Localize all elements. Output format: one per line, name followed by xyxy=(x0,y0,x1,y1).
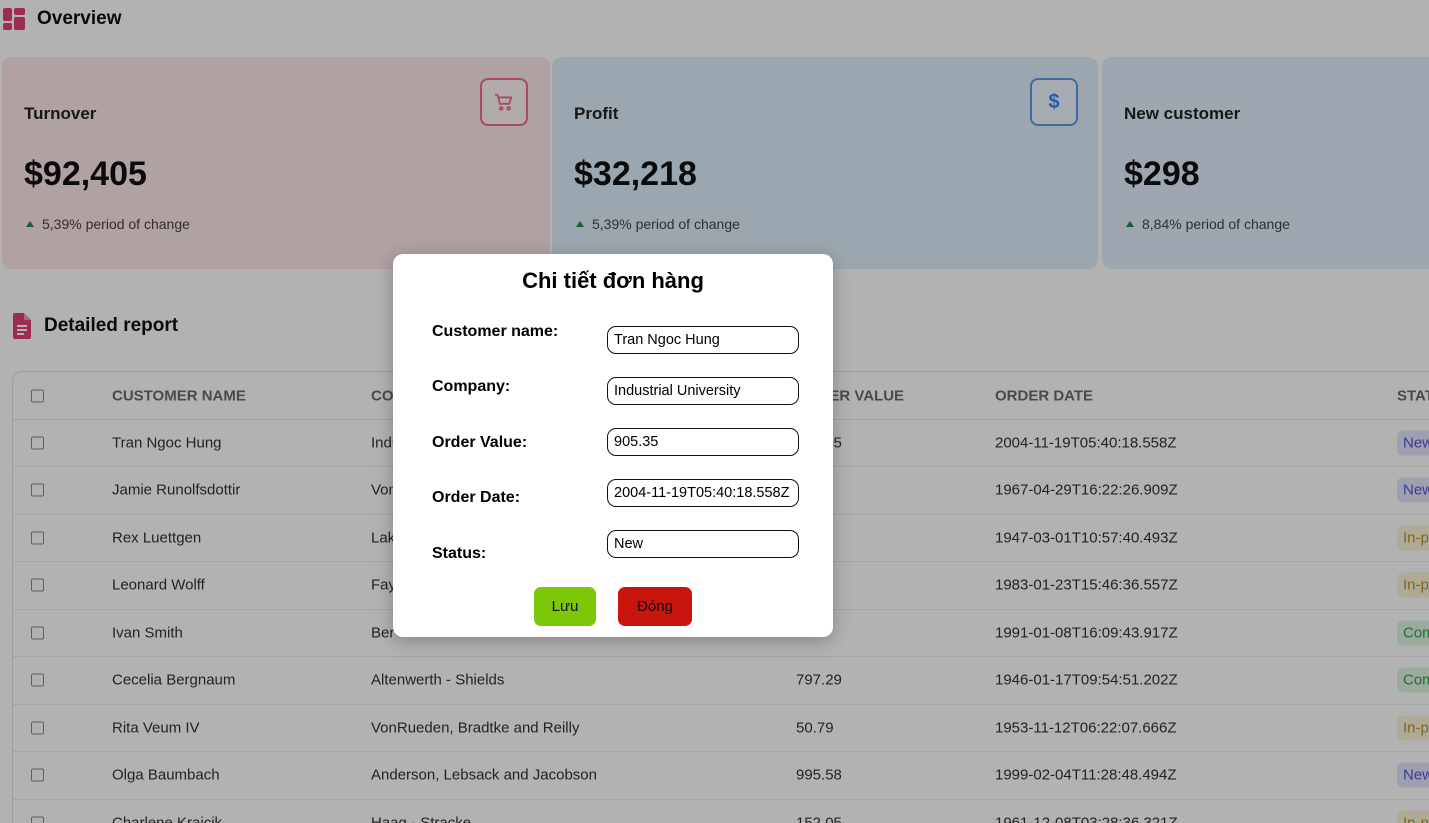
customer-name-label: Customer name: xyxy=(432,323,559,340)
customer-name-input[interactable] xyxy=(607,326,799,354)
order-detail-modal: Chi tiết đơn hàng Customer name: Company… xyxy=(393,254,833,637)
status-label: Status: xyxy=(432,545,487,562)
close-button[interactable]: Đóng xyxy=(618,587,692,626)
modal-title: Chi tiết đơn hàng xyxy=(522,268,704,293)
company-input[interactable] xyxy=(607,377,799,405)
dashboard-page: Overview Turnover $92,405 5,39% period o… xyxy=(0,0,1429,823)
order-value-input[interactable] xyxy=(607,428,799,456)
order-date-input[interactable] xyxy=(607,479,799,507)
company-label: Company: xyxy=(432,378,511,395)
order-date-label: Order Date: xyxy=(432,489,521,506)
save-button[interactable]: Lưu xyxy=(534,587,596,626)
order-value-label: Order Value: xyxy=(432,434,528,451)
status-input[interactable] xyxy=(607,530,799,558)
